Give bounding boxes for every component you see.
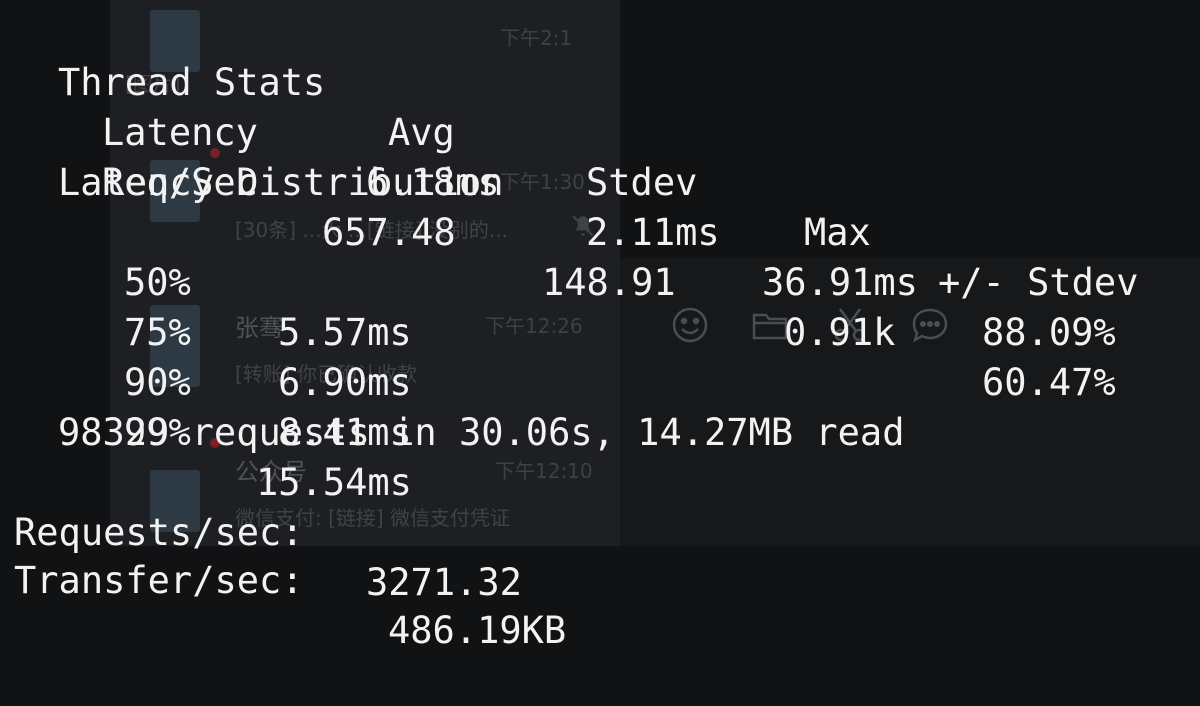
- latency-max: 36.91ms: [762, 261, 918, 304]
- col-pm-stdev: +/- Stdev: [938, 261, 1139, 304]
- transfer-per-sec-label: Transfer/sec:: [14, 559, 304, 602]
- thread-stats-header: Thread Stats Avg Stdev Max +/- Stdev: [0, 8, 1200, 304]
- latency-row: Latency 6.18ms 2.11ms 36.91ms 88.09%: [0, 58, 1200, 354]
- col-stdev: Stdev: [586, 161, 698, 204]
- requests-summary: 98329 requests in 30.06s, 14.27MB read: [58, 411, 905, 454]
- distribution-row: 75% 6.90ms: [0, 258, 600, 404]
- reqsec-row: Req/Sec 657.48 148.91 0.91k 60.47%: [0, 108, 1200, 404]
- transfer-per-sec-value: 486.19KB: [388, 609, 567, 652]
- distribution-row: 99% 15.54ms: [0, 358, 600, 504]
- terminal-output[interactable]: Thread Stats Avg Stdev Max +/- Stdev Lat…: [0, 0, 1200, 652]
- latency-stdev: 2.11ms: [586, 211, 720, 254]
- reqsec-pm-stdev: 60.47%: [982, 361, 1116, 404]
- latency-distribution-title: Latency Distribution: [58, 161, 504, 204]
- distribution-row: 90% 8.41ms: [0, 308, 600, 454]
- latency-pm-stdev: 88.09%: [982, 311, 1116, 354]
- transfer-per-sec-row: Transfer/sec: 486.19KB: [0, 506, 700, 652]
- reqsec-max: 0.91k: [784, 311, 896, 354]
- requests-per-sec-value: 3271.32: [366, 561, 522, 604]
- distribution-row: 50% 5.57ms: [0, 208, 600, 354]
- col-max: Max: [804, 211, 871, 254]
- requests-per-sec-row: Requests/sec: 3271.32: [0, 458, 700, 604]
